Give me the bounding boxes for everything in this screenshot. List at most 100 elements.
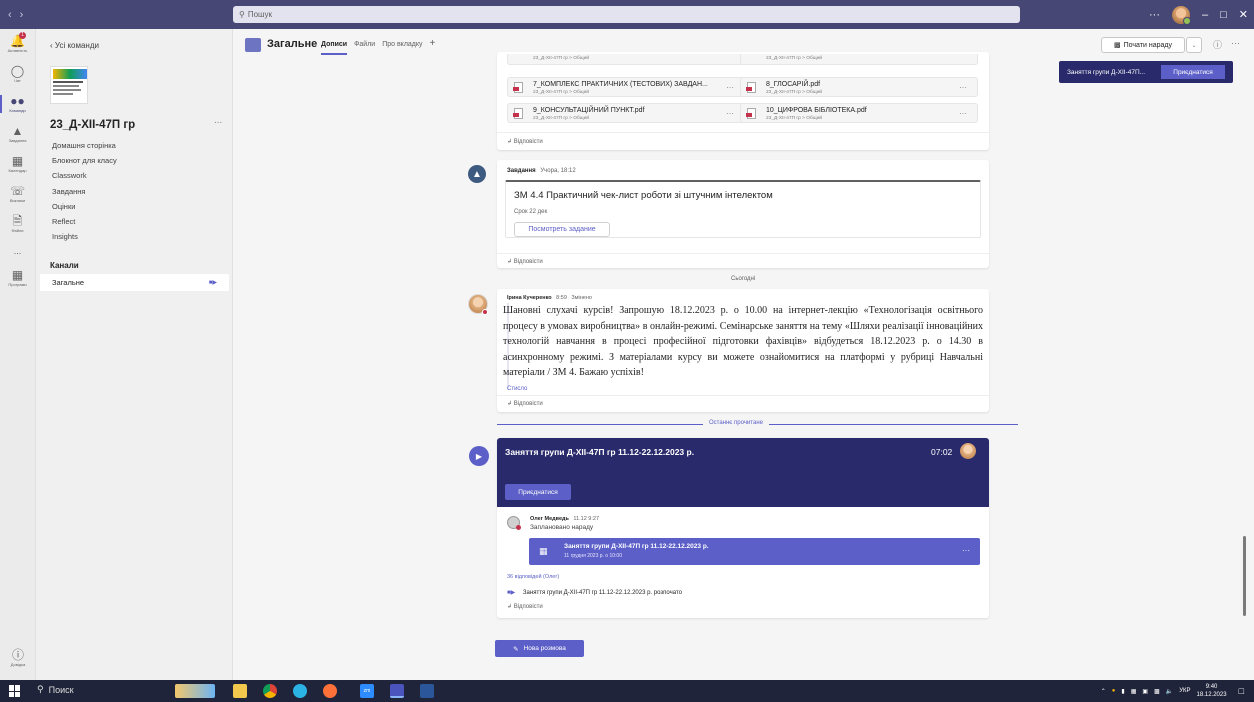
tab-files[interactable]: Файли xyxy=(354,41,375,55)
teams-icon[interactable] xyxy=(390,684,404,698)
rail-teams[interactable]: ●● Команди xyxy=(0,89,35,119)
join-meeting-button[interactable]: Приєднатися xyxy=(505,484,571,500)
reply-button[interactable]: ↲ Відповісти xyxy=(507,138,543,145)
files-post: 23_Д-XII-47П гр > Общий 23_Д-XII-47П гр … xyxy=(497,52,989,150)
file-attachment[interactable]: 23_Д-XII-47П гр > Общий xyxy=(507,54,745,65)
channel-general[interactable]: Загальне ■▶ xyxy=(40,274,229,291)
participant-avatar xyxy=(960,443,976,459)
file-attachment[interactable]: 10_ЦИФРОВА БІБЛІОТЕКА.pdf 23_Д-XII-47П г… xyxy=(740,103,978,123)
assignment-title[interactable]: ЗМ 4.4 Практичний чек-лист роботи зі шту… xyxy=(514,190,773,201)
tab-about[interactable]: Про вкладку xyxy=(382,41,422,55)
volume-icon[interactable]: 🔈 xyxy=(1166,688,1173,695)
clock[interactable]: 9:40 18.12.2023 xyxy=(1197,683,1227,699)
close-icon[interactable]: ✕ xyxy=(1239,8,1248,21)
replies-link[interactable]: 36 відповідей (Олег) xyxy=(507,574,559,580)
event-more-icon[interactable]: ··· xyxy=(962,546,970,555)
file-attachment[interactable]: 23_Д-XII-47П гр > Общий xyxy=(740,54,978,65)
presence-dot xyxy=(482,309,488,315)
start-meeting-button[interactable]: ▩ Почати нараду xyxy=(1101,37,1185,53)
maximize-icon[interactable]: □ xyxy=(1220,9,1227,21)
search-input[interactable]: ⚲ Пошук xyxy=(233,6,1020,23)
rail-help[interactable]: ⓘ Довідка xyxy=(0,643,36,673)
search-icon: ⚲ xyxy=(37,684,44,694)
event-title: Заняття групи Д-XII-47П гр 11.12-22.12.2… xyxy=(564,543,709,550)
more-icon[interactable]: ··· xyxy=(1149,9,1160,21)
edge-icon[interactable] xyxy=(293,684,307,698)
chevron-up-icon[interactable]: ⌃ xyxy=(1101,688,1106,695)
nav-grades[interactable]: Оцінки xyxy=(52,202,75,211)
rail-apps[interactable]: ▦ Програми xyxy=(0,263,35,293)
view-assignment-button[interactable]: Посмотреть задание xyxy=(514,222,610,237)
activity-badge: 1 xyxy=(19,32,26,39)
meeting-scheduled-text: Заплановано нараду xyxy=(530,524,594,531)
nav-classwork[interactable]: Classwork xyxy=(52,171,87,180)
file-attachment[interactable]: 7_КОМПЛЕКС ПРАКТИЧНИХ (ТЕСТОВИХ) ЗАВДАН.… xyxy=(507,77,745,97)
word-icon[interactable] xyxy=(420,684,434,698)
assignment-due: Срок 22 дек xyxy=(514,209,548,215)
tab-posts[interactable]: Дописи xyxy=(321,41,348,55)
user-avatar[interactable] xyxy=(1172,5,1191,25)
assignments-bot-avatar: ▲ xyxy=(468,165,486,183)
video-camera-icon: ■▶ xyxy=(208,280,217,286)
search-icon: ⚲ xyxy=(239,10,245,19)
rail-chat[interactable]: ◯ Чат xyxy=(0,59,35,89)
more-icon[interactable]: ··· xyxy=(1231,38,1240,48)
rail-calls[interactable]: ☏ Виклики xyxy=(0,179,35,209)
nav-home[interactable]: Домашня сторінка xyxy=(52,141,116,150)
new-conversation-label: Нова розмова xyxy=(523,645,566,652)
rail-assignments[interactable]: ▲ Завдання xyxy=(0,119,35,149)
file-more-icon[interactable]: ··· xyxy=(959,109,967,118)
rail-files[interactable]: 🗎 Файли xyxy=(0,209,35,239)
zoom-icon[interactable]: zm xyxy=(360,684,374,698)
tray-icon[interactable]: ▣ xyxy=(1142,688,1148,695)
file-attachment[interactable]: 9_КОНСУЛЬТАЦІЙНИЙ ПУНКТ.pdf 23_Д-XII-47П… xyxy=(507,103,745,123)
clock-date: 18.12.2023 xyxy=(1196,692,1227,698)
network-icon[interactable]: ▩ xyxy=(1154,688,1160,695)
file-more-icon[interactable]: ··· xyxy=(959,83,967,92)
nav-reflect[interactable]: Reflect xyxy=(52,217,75,226)
new-conversation-button[interactable]: ✎ Нова розмова xyxy=(495,640,584,657)
chat-icon: ◯ xyxy=(10,64,25,78)
minimize-icon[interactable]: – xyxy=(1202,9,1208,21)
meeting-event-card[interactable]: ▦ Заняття групи Д-XII-47П гр 11.12-22.12… xyxy=(529,538,980,565)
widgets-icon[interactable] xyxy=(175,684,215,698)
notifications-icon[interactable]: □ xyxy=(1239,686,1244,696)
file-attachment[interactable]: 8_ГЛОСАРІЙ.pdf 23_Д-XII-47П гр > Общий ·… xyxy=(740,77,978,97)
team-sidebar: ‹ Усі команди 23_Д-XII-47П гр ... Домашн… xyxy=(36,29,233,680)
forward-arrow-icon[interactable]: › xyxy=(20,9,24,21)
join-ongoing-button[interactable]: Приєднатися xyxy=(1161,65,1225,79)
windows-start-icon[interactable] xyxy=(9,685,21,697)
add-tab-button[interactable]: + xyxy=(430,38,436,55)
tray-app-icon[interactable]: ● xyxy=(1112,688,1116,694)
rail-more[interactable]: ... xyxy=(0,239,35,263)
collapse-link[interactable]: Стисло xyxy=(507,386,527,392)
all-teams-link[interactable]: ‹ Усі команди xyxy=(50,41,99,50)
chrome-icon[interactable] xyxy=(263,684,277,698)
channel-title: Загальне xyxy=(267,38,318,50)
back-arrow-icon[interactable]: ‹ xyxy=(8,9,12,21)
file-more-icon[interactable]: ··· xyxy=(726,83,734,92)
firefox-icon[interactable] xyxy=(323,684,337,698)
file-explorer-icon[interactable] xyxy=(233,684,247,698)
file-meta: 23_Д-XII-47П гр > Общий xyxy=(766,56,823,61)
rail-calendar[interactable]: ▦ Календар xyxy=(0,149,35,179)
taskbar-search[interactable]: ⚲ Поиск xyxy=(37,684,74,695)
nav-insights[interactable]: Insights xyxy=(52,232,78,241)
pdf-icon xyxy=(513,82,523,93)
rail-activity[interactable]: 🔔 1 Активність xyxy=(0,29,35,59)
meeting-dropdown-button[interactable]: ⌄ xyxy=(1186,37,1202,53)
file-more-icon[interactable]: ··· xyxy=(726,109,734,118)
taskbar-search-label: Поиск xyxy=(48,684,74,695)
scrollbar[interactable] xyxy=(1243,536,1246,616)
info-icon[interactable]: ⓘ xyxy=(1213,38,1222,51)
team-more-button[interactable]: ... xyxy=(214,115,222,126)
microphone-icon[interactable]: ▮ xyxy=(1121,688,1124,695)
language-indicator[interactable]: УКР xyxy=(1179,688,1190,694)
reply-button[interactable]: ↲ Відповісти xyxy=(507,258,543,265)
tray-icon[interactable]: ▦ xyxy=(1131,688,1137,695)
reply-button[interactable]: ↲ Відповісти xyxy=(507,400,543,407)
nav-notebook[interactable]: Блокнот для класу xyxy=(52,156,117,165)
taskbar: ⚲ Поиск zm ⌃ ● ▮ ▦ ▣ ▩ 🔈 УКР 9:40 18.12.… xyxy=(0,680,1254,702)
reply-button[interactable]: ↲ Відповісти xyxy=(507,603,543,610)
nav-assignments[interactable]: Завдання xyxy=(52,187,86,196)
